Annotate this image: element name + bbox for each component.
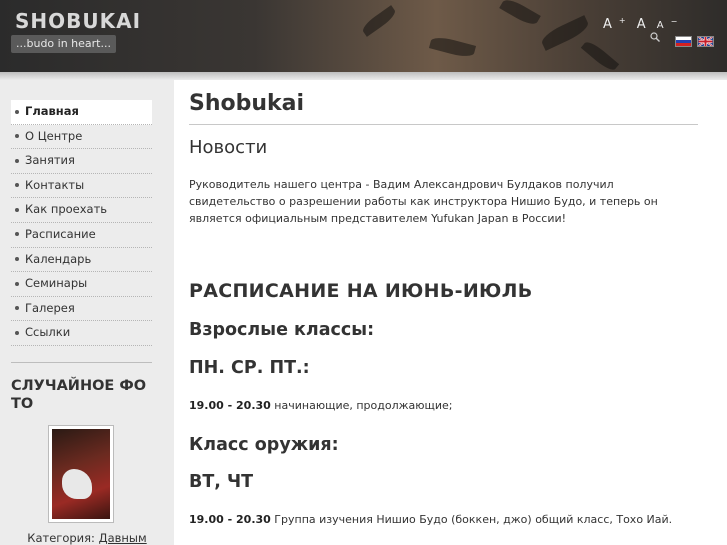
sidebar: Главная О Центре Занятия Контакты Как пр… <box>0 80 174 545</box>
menu-item-contacts[interactable]: Контакты <box>11 174 152 199</box>
random-photo-thumbnail[interactable] <box>48 425 114 523</box>
category-link[interactable]: Давным <box>99 531 147 545</box>
menu-item-label: Календарь <box>25 251 92 266</box>
bullet-icon <box>15 306 19 311</box>
font-decrease-label: A <box>656 20 664 32</box>
main-menu: Главная О Центре Занятия Контакты Как пр… <box>11 100 152 346</box>
bullet-icon <box>15 134 19 139</box>
weapon-schedule-line: 19.00 - 20.30 Группа изучения Нишио Будо… <box>189 513 672 526</box>
bullet-icon <box>15 232 19 237</box>
font-increase-button[interactable]: A + <box>603 16 626 32</box>
schedule-heading: РАСПИСАНИЕ НА ИЮНЬ-ИЮЛЬ <box>189 280 533 302</box>
bullet-icon <box>15 330 19 335</box>
bullet-icon <box>15 109 19 114</box>
menu-item-classes[interactable]: Занятия <box>11 149 152 174</box>
sidebar-divider <box>11 362 152 363</box>
menu-item-label: Ссылки <box>25 325 71 340</box>
font-increase-sup: + <box>618 16 626 25</box>
random-photo-image <box>52 429 110 519</box>
adult-classes-heading: Взрослые классы: <box>189 320 375 340</box>
weapon-days-heading: ВТ, ЧТ <box>189 472 254 492</box>
photo-category: Категория: Давным <box>0 531 174 545</box>
russian-flag-icon[interactable] <box>675 36 692 47</box>
menu-item-label: Галерея <box>25 300 75 315</box>
site-title[interactable]: SHOBUKAI <box>15 9 141 33</box>
adult-days-heading: ПН. СР. ПТ.: <box>189 358 310 378</box>
menu-item-directions[interactable]: Как проехать <box>11 198 152 223</box>
menu-item-about[interactable]: О Центре <box>11 125 152 150</box>
menu-item-calendar[interactable]: Календарь <box>11 248 152 273</box>
page-title: Shobukai <box>189 91 305 116</box>
search-icon[interactable] <box>650 32 660 42</box>
header-decoration <box>428 34 477 60</box>
font-decrease-button[interactable]: A − <box>657 17 678 31</box>
english-flag-icon[interactable] <box>697 36 714 47</box>
header-decoration <box>499 0 541 29</box>
font-size-tools: A + A A − <box>603 16 684 36</box>
font-increase-label: A <box>603 17 612 33</box>
category-label: Категория: <box>27 531 95 545</box>
menu-item-seminars[interactable]: Семинары <box>11 272 152 297</box>
header-decoration <box>580 38 620 72</box>
bullet-icon <box>15 207 19 212</box>
menu-item-label: Расписание <box>25 226 96 241</box>
weapon-time: 19.00 - 20.30 <box>189 513 271 526</box>
header-shadow <box>0 72 727 80</box>
menu-item-label: Занятия <box>25 153 75 168</box>
adult-time: 19.00 - 20.30 <box>189 399 271 412</box>
menu-item-label: О Центре <box>25 128 83 143</box>
news-heading: Новости <box>189 137 268 158</box>
menu-item-home[interactable]: Главная <box>11 100 152 125</box>
menu-item-label: Контакты <box>25 177 85 192</box>
bullet-icon <box>15 158 19 163</box>
random-photo-heading: СЛУЧАЙНОЕ ФОТО <box>11 378 147 412</box>
bullet-icon <box>15 257 19 262</box>
title-divider <box>189 124 698 125</box>
font-reset-button[interactable]: A <box>637 17 646 32</box>
bullet-icon <box>15 281 19 286</box>
menu-item-gallery[interactable]: Галерея <box>11 297 152 322</box>
font-decrease-sup: − <box>670 17 678 26</box>
menu-item-schedule[interactable]: Расписание <box>11 223 152 248</box>
menu-item-label: Главная <box>25 104 79 118</box>
adult-description: начинающие, продолжающие; <box>270 399 453 412</box>
news-text: Руководитель нашего центра - Вадим Алекс… <box>189 178 658 225</box>
bullet-icon <box>15 183 19 188</box>
menu-item-label: Как проехать <box>25 202 108 217</box>
menu-item-label: Семинары <box>25 276 88 291</box>
weapon-description: Группа изучения Нишио Будо (боккен, джо)… <box>270 513 673 526</box>
weapon-class-heading: Класс оружия: <box>189 435 339 455</box>
header-decoration <box>359 5 399 37</box>
adult-schedule-line: 19.00 - 20.30 начинающие, продолжающие; <box>189 399 453 412</box>
site-tagline: ...budo in heart... <box>11 35 116 53</box>
site-header: SHOBUKAI ...budo in heart... A + A A − <box>0 0 727 72</box>
menu-item-links[interactable]: Ссылки <box>11 321 152 346</box>
